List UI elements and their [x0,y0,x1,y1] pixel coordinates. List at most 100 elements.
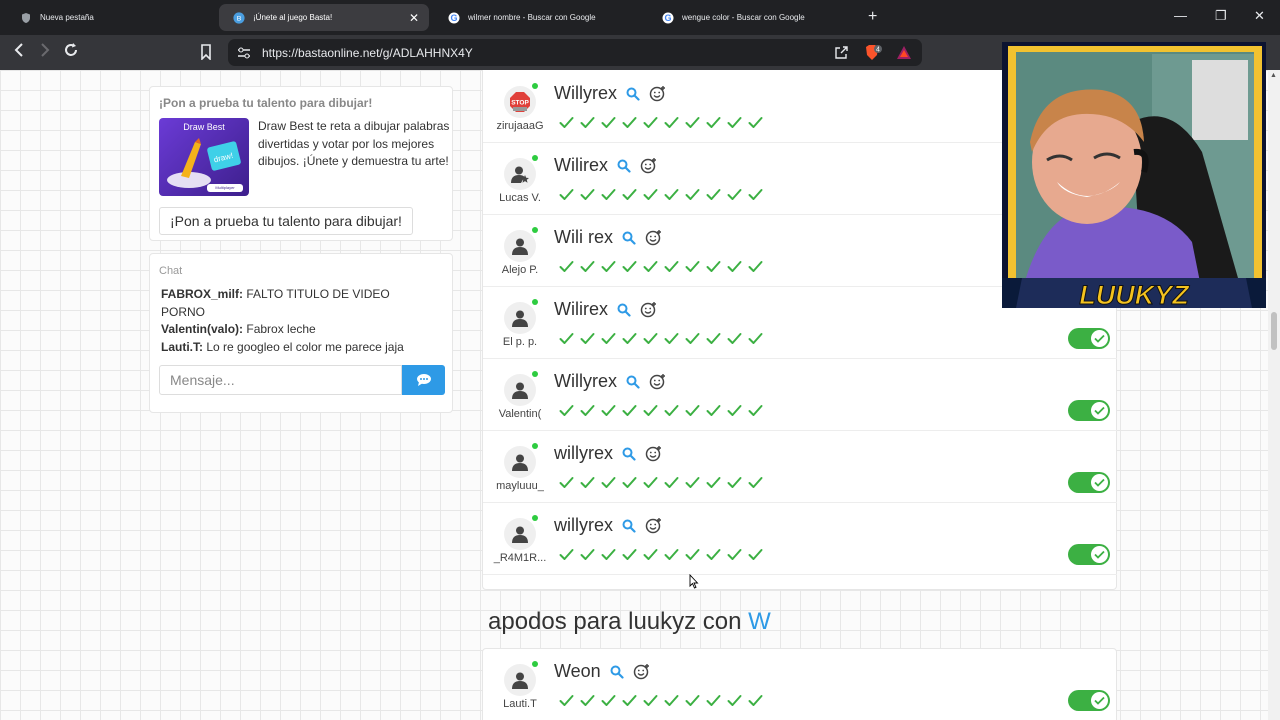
bookmark-icon[interactable] [200,44,212,65]
add-reaction-icon[interactable] [649,85,667,103]
url-text: https://bastaonline.net/g/ADLAHHNX4Y [262,45,473,60]
answer-word: willyrex [554,443,663,464]
check-icon [619,473,640,491]
check-icon [682,401,703,419]
draw-best-image[interactable]: Draw Best draw! Multiplayer [159,118,249,196]
site-settings-icon[interactable] [237,46,251,63]
validate-toggle[interactable] [1068,544,1110,565]
brave-shields-icon[interactable]: 4 [864,44,884,65]
tab-new-tab[interactable]: Nueva pestaña [6,4,216,31]
check-icon [577,401,598,419]
draw-best-tag: Multiplayer [207,184,243,192]
search-icon[interactable] [617,303,631,317]
page-scrollbar[interactable]: ▲ [1268,70,1280,720]
check-icon [577,257,598,275]
check-icon [556,113,577,131]
answer-word: Weon [554,661,651,682]
search-icon[interactable] [626,375,640,389]
promo-play-button[interactable]: ¡Pon a prueba tu talento para dibujar! [159,207,413,235]
avatar-user-star-icon[interactable] [504,158,536,190]
mouse-cursor-icon [689,573,699,594]
check-icon [724,257,745,275]
add-reaction-icon[interactable] [645,517,663,535]
validate-toggle[interactable] [1068,690,1110,711]
scroll-up-icon[interactable]: ▲ [1270,72,1277,79]
answer-word: Wili rex [554,227,663,248]
check-icon [682,473,703,491]
check-icon [724,113,745,131]
check-icon [745,545,766,563]
tab-google-search-2[interactable]: G wengue color - Buscar con Google [648,4,858,31]
search-icon[interactable] [626,87,640,101]
forward-icon[interactable] [38,42,52,63]
add-reaction-icon[interactable] [649,373,667,391]
add-reaction-icon[interactable] [645,229,663,247]
back-icon[interactable] [12,42,26,63]
avatar-user-icon[interactable] [504,664,536,696]
address-bar[interactable]: https://bastaonline.net/g/ADLAHHNX4Y 4 [228,39,922,66]
check-icon [577,329,598,347]
player-name: zirujaaaG [496,120,544,132]
new-tab-plus-icon[interactable]: + [868,8,877,26]
chat-message: Lauti.T: Lo re googleo el color me parec… [161,339,411,357]
close-window-icon[interactable]: ✕ [1254,8,1265,24]
check-icon [703,401,724,419]
share-icon[interactable] [834,45,849,63]
search-icon[interactable] [610,665,624,679]
promo-description: Draw Best te reta a dibujar palabras div… [258,119,450,168]
category-letter: W [748,608,771,635]
add-reaction-icon[interactable] [640,157,658,175]
check-icon [703,185,724,203]
reload-icon[interactable] [63,42,79,63]
maximize-icon[interactable]: ❐ [1215,8,1227,24]
check-icon [640,545,661,563]
search-icon[interactable] [622,447,636,461]
check-icon [640,257,661,275]
chat-send-button[interactable] [402,365,445,395]
check-icon [640,401,661,419]
check-icon [598,185,619,203]
check-icon [619,401,640,419]
validate-toggle[interactable] [1068,328,1110,349]
close-tab-icon[interactable]: ✕ [409,11,419,25]
check-icon [598,401,619,419]
avatar-user-icon[interactable] [504,374,536,406]
add-reaction-icon[interactable] [640,301,658,319]
check-icon [556,691,577,709]
brave-rewards-icon[interactable] [896,45,912,63]
check-icon [598,691,619,709]
avatar-user-icon[interactable] [504,518,536,550]
google-icon: G [662,12,674,24]
chat-message-input[interactable]: Mensaje... [159,365,402,395]
check-icon [661,473,682,491]
validate-toggle[interactable] [1068,472,1110,493]
minimize-icon[interactable]: — [1174,8,1187,23]
add-reaction-icon[interactable] [645,445,663,463]
category-heading: apodos para luukyz con W [488,608,771,636]
avatar-user-icon[interactable] [504,446,536,478]
toggle-check-icon [1091,546,1108,563]
tab-basta[interactable]: B ¡Únete al juego Basta! ✕ [219,4,429,31]
stop-avatar-icon[interactable]: STOP [504,86,536,118]
check-icon [556,185,577,203]
player-name: El p. p. [502,336,538,348]
online-status-dot [532,299,538,305]
search-icon[interactable] [622,231,636,245]
tab-google-search-1[interactable]: G wilmer nombre - Buscar con Google [434,4,644,31]
validate-toggle[interactable] [1068,400,1110,421]
check-icon [556,545,577,563]
streamer-video: LUUKYZ [1002,42,1266,308]
category-heading-text: apodos para luukyz con [488,608,742,635]
check-icon [682,113,703,131]
search-icon[interactable] [617,159,631,173]
avatar-user-icon[interactable] [504,230,536,262]
check-icon [661,113,682,131]
add-reaction-icon[interactable] [633,663,651,681]
chat-bubble-icon [416,374,431,386]
online-status-dot [532,515,538,521]
check-icon [619,545,640,563]
avatar-user-icon[interactable] [504,302,536,334]
scrollbar-thumb[interactable] [1271,312,1277,350]
answer-word: willyrex [554,515,663,536]
search-icon[interactable] [622,519,636,533]
